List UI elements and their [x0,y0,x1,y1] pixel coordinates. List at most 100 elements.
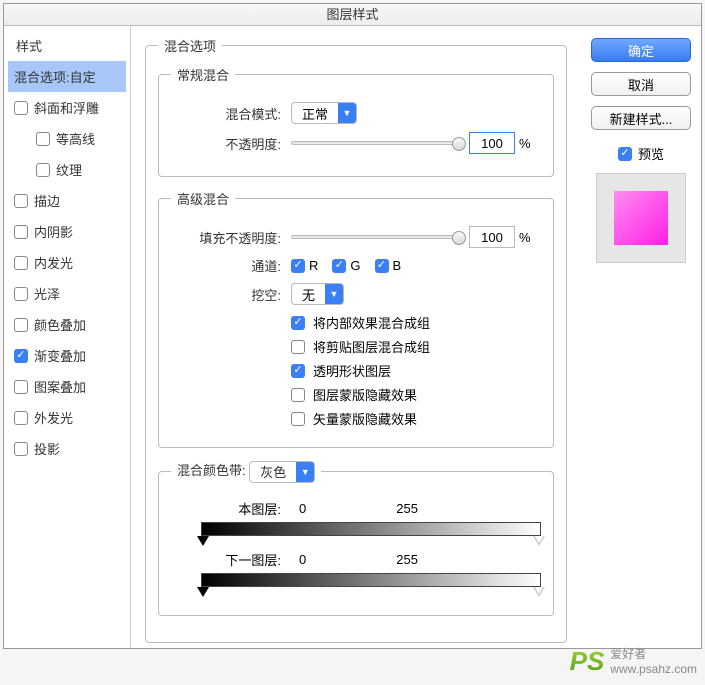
fill-opacity-slider[interactable] [291,235,461,239]
checkbox-icon [14,318,28,332]
fill-opacity-label: 填充不透明度: [171,228,281,247]
fill-opacity-input[interactable] [469,226,515,248]
blend-mode-select[interactable]: 正常 ▼ [291,102,357,124]
advanced-option[interactable]: 图层蒙版隐藏效果 [291,385,541,404]
checkbox-icon [14,256,28,270]
chevron-down-icon: ▼ [338,103,356,123]
option-label: 将剪贴图层混合成组 [313,337,430,356]
checkbox-icon [14,194,28,208]
sidebar-item[interactable]: 混合选项:自定 [8,61,126,92]
sidebar-item-label: 纹理 [56,160,82,179]
knockout-select[interactable]: 无 ▼ [291,283,344,305]
cancel-button[interactable]: 取消 [591,72,691,96]
slider-handle-white[interactable] [533,587,545,597]
checkbox-icon [14,225,28,239]
preview-swatch [614,191,668,245]
channel-r[interactable]: R [291,258,318,273]
opacity-label: 不透明度: [171,134,281,153]
sidebar-item[interactable]: 内发光 [8,247,126,278]
checkbox-icon [36,163,50,177]
sidebar-item[interactable]: 外发光 [8,402,126,433]
sidebar-item-label: 内阴影 [34,222,73,241]
preview-label: 预览 [638,144,664,163]
checkbox-icon [618,147,632,161]
advanced-option[interactable]: 透明形状图层 [291,361,541,380]
sidebar-item-label: 等高线 [56,129,95,148]
chevron-down-icon: ▼ [296,462,314,482]
blend-if-channel-select[interactable]: 灰色 ▼ [249,461,315,483]
channel-g[interactable]: G [332,258,360,273]
this-layer-gradient[interactable] [201,522,541,536]
sidebar-item[interactable]: 图案叠加 [8,371,126,402]
checkbox-icon [291,259,305,273]
watermark-cn: 爱好者 [610,647,646,661]
chevron-down-icon: ▼ [325,284,343,304]
sidebar-item-label: 混合选项:自定 [14,67,96,86]
new-style-button[interactable]: 新建样式... [591,106,691,130]
checkbox-icon [14,411,28,425]
opacity-input[interactable] [469,132,515,154]
slider-thumb[interactable] [452,137,466,151]
advanced-option[interactable]: 将剪贴图层混合成组 [291,337,541,356]
sidebar-item-label: 斜面和浮雕 [34,98,99,117]
channel-b[interactable]: B [375,258,402,273]
slider-handle-white[interactable] [533,536,545,546]
this-low-value: 0 [299,501,306,516]
advanced-blending-group: 高级混合 填充不透明度: % 通道: R G B 挖空: [158,189,554,448]
advanced-option[interactable]: 矢量蒙版隐藏效果 [291,409,541,428]
sidebar-item[interactable]: 斜面和浮雕 [8,92,126,123]
checkbox-icon [14,101,28,115]
blending-options-group: 混合选项 常规混合 混合模式: 正常 ▼ 不透明度: % [145,36,567,643]
sidebar-item[interactable]: 纹理 [8,154,126,185]
sidebar-item[interactable]: 投影 [8,433,126,464]
sidebar-item[interactable]: 描边 [8,185,126,216]
sidebar-item-label: 颜色叠加 [34,315,86,334]
blend-mode-label: 混合模式: [171,104,281,123]
checkbox-icon [375,259,389,273]
sidebar-header: 样式 [8,30,126,61]
channels-label: 通道: [171,256,281,275]
sidebar-item-label: 描边 [34,191,60,210]
option-label: 图层蒙版隐藏效果 [313,385,417,404]
main-panel: 混合选项 常规混合 混合模式: 正常 ▼ 不透明度: % [131,26,581,648]
sidebar-item[interactable]: 渐变叠加 [8,340,126,371]
this-layer-label: 本图层: [171,499,281,518]
styles-sidebar: 样式 混合选项:自定斜面和浮雕等高线纹理描边内阴影内发光光泽颜色叠加渐变叠加图案… [4,26,131,648]
option-label: 将内部效果混合成组 [313,313,430,332]
checkbox-icon [291,412,305,426]
sidebar-item[interactable]: 等高线 [8,123,126,154]
underlying-layer-gradient[interactable] [201,573,541,587]
sidebar-item[interactable]: 光泽 [8,278,126,309]
sidebar-item-label: 渐变叠加 [34,346,86,365]
advanced-blending-legend: 高级混合 [171,189,235,208]
underlying-layer-label: 下一图层: [171,550,281,569]
blending-options-legend: 混合选项 [158,36,222,55]
opacity-unit: % [519,136,531,151]
checkbox-icon [291,340,305,354]
sidebar-item[interactable]: 内阴影 [8,216,126,247]
this-high-value: 255 [396,501,418,516]
preview-checkbox[interactable]: 预览 [618,144,664,163]
sidebar-item[interactable]: 颜色叠加 [8,309,126,340]
dialog-content: 样式 混合选项:自定斜面和浮雕等高线纹理描边内阴影内发光光泽颜色叠加渐变叠加图案… [4,26,701,648]
advanced-option[interactable]: 将内部效果混合成组 [291,313,541,332]
right-column: 确定 取消 新建样式... 预览 [581,26,701,648]
checkbox-icon [14,349,28,363]
slider-handle-black[interactable] [197,536,209,546]
checkbox-icon [14,380,28,394]
sidebar-item-label: 图案叠加 [34,377,86,396]
opacity-slider[interactable] [291,141,461,145]
slider-handle-black[interactable] [197,587,209,597]
blend-if-legend: 混合颜色带: 灰色 ▼ [171,460,321,483]
preview-box [596,173,686,263]
fill-unit: % [519,230,531,245]
checkbox-icon [291,388,305,402]
slider-thumb[interactable] [452,231,466,245]
checkbox-icon [332,259,346,273]
ok-button[interactable]: 确定 [591,38,691,62]
option-label: 透明形状图层 [313,361,391,380]
blend-if-group: 混合颜色带: 灰色 ▼ 本图层: 0 255 [158,460,554,616]
watermark-brand: PS [570,646,605,677]
checkbox-icon [291,364,305,378]
dialog-title: 图层样式 [4,4,701,26]
